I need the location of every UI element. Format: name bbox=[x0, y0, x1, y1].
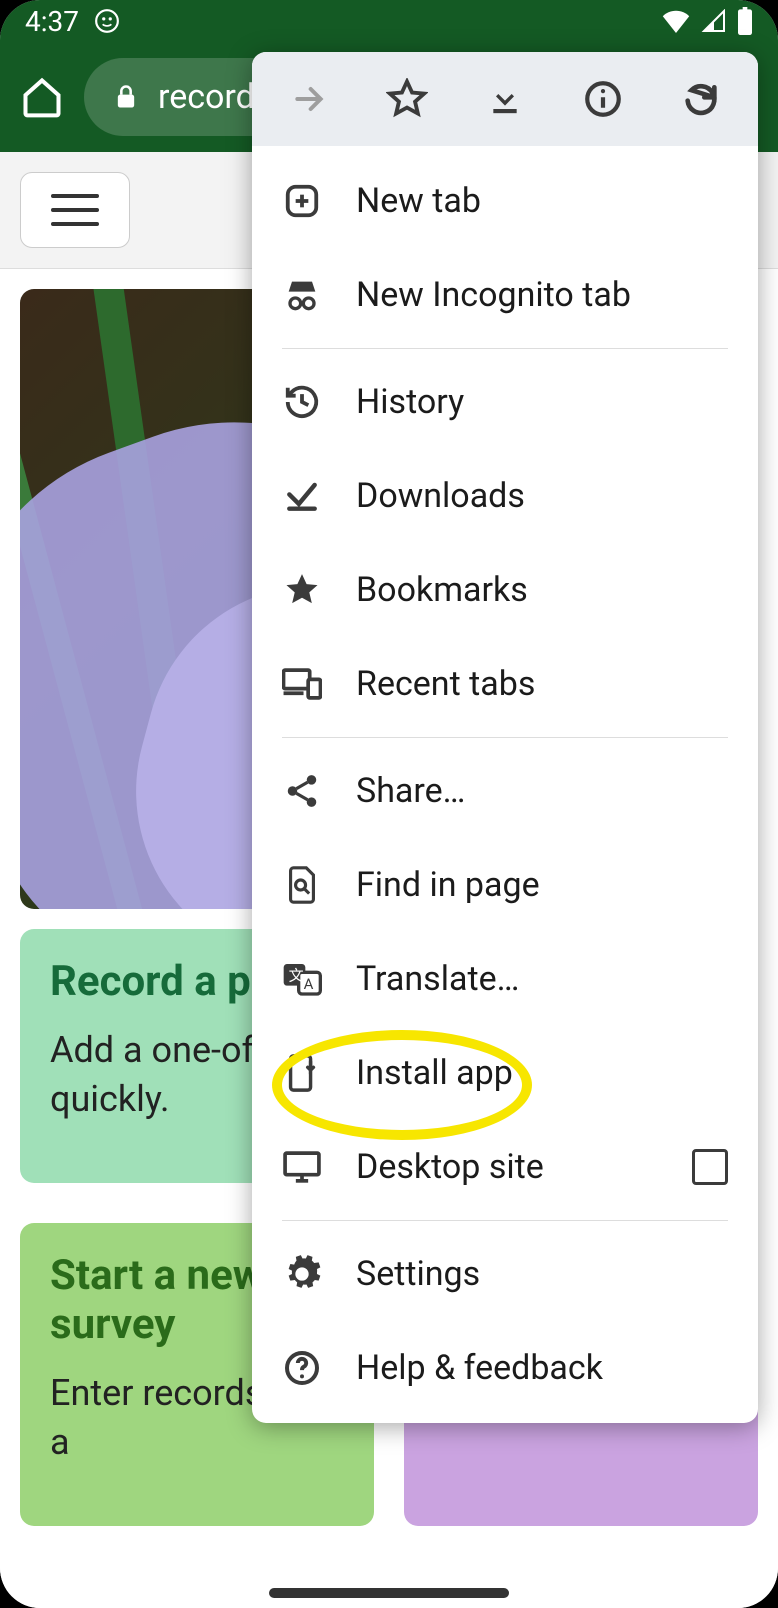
menu-item-new-tab[interactable]: New tab bbox=[252, 154, 758, 248]
signal-icon bbox=[701, 9, 727, 33]
bookmark-star-button[interactable] bbox=[377, 69, 437, 129]
menu-label: Downloads bbox=[356, 476, 728, 516]
plus-square-icon bbox=[282, 181, 322, 221]
wifi-icon bbox=[661, 9, 691, 33]
menu-label: Bookmarks bbox=[356, 570, 728, 610]
menu-label: Desktop site bbox=[356, 1147, 658, 1187]
menu-divider bbox=[282, 737, 728, 738]
desktop-site-checkbox[interactable] bbox=[692, 1149, 728, 1185]
menu-top-row bbox=[252, 52, 758, 146]
menu-label: New Incognito tab bbox=[356, 275, 728, 315]
menu-item-bookmarks[interactable]: Bookmarks bbox=[252, 543, 758, 637]
downloads-icon bbox=[282, 476, 322, 516]
find-in-page-icon bbox=[282, 865, 322, 905]
devices-icon bbox=[282, 664, 322, 704]
status-bar: 4:37 bbox=[0, 0, 778, 42]
menu-item-settings[interactable]: Settings bbox=[252, 1227, 758, 1321]
url-text: record bbox=[158, 77, 255, 117]
menu-item-find[interactable]: Find in page bbox=[252, 838, 758, 932]
menu-item-translate[interactable]: 文A Translate… bbox=[252, 932, 758, 1026]
status-time: 4:37 bbox=[25, 5, 79, 38]
status-left: 4:37 bbox=[25, 5, 120, 38]
battery-icon bbox=[737, 7, 753, 35]
menu-item-downloads[interactable]: Downloads bbox=[252, 449, 758, 543]
menu-item-recent-tabs[interactable]: Recent tabs bbox=[252, 637, 758, 731]
menu-label: Help & feedback bbox=[356, 1348, 728, 1388]
menu-label: Translate… bbox=[356, 959, 728, 999]
reload-button[interactable] bbox=[671, 69, 731, 129]
menu-item-history[interactable]: History bbox=[252, 355, 758, 449]
home-button[interactable] bbox=[20, 75, 64, 119]
download-button[interactable] bbox=[475, 69, 535, 129]
translate-icon: 文A bbox=[282, 959, 322, 999]
menu-label: Recent tabs bbox=[356, 664, 728, 704]
menu-label: Install app bbox=[356, 1053, 728, 1093]
status-app-icon bbox=[94, 8, 120, 34]
gear-icon bbox=[282, 1254, 322, 1294]
menu-item-install-app[interactable]: Install app bbox=[252, 1026, 758, 1120]
forward-button[interactable] bbox=[279, 69, 339, 129]
menu-item-incognito[interactable]: New Incognito tab bbox=[252, 248, 758, 342]
share-icon bbox=[282, 771, 322, 811]
menu-label: New tab bbox=[356, 181, 728, 221]
menu-divider bbox=[282, 1220, 728, 1221]
menu-label: Find in page bbox=[356, 865, 728, 905]
info-button[interactable] bbox=[573, 69, 633, 129]
menu-item-desktop-site[interactable]: Desktop site bbox=[252, 1120, 758, 1214]
status-right bbox=[661, 7, 753, 35]
browser-overflow-menu: New tab New Incognito tab History Downlo… bbox=[252, 52, 758, 1423]
install-app-icon bbox=[282, 1053, 322, 1093]
svg-text:A: A bbox=[304, 975, 314, 993]
svg-text:文: 文 bbox=[289, 967, 304, 985]
menu-item-share[interactable]: Share… bbox=[252, 744, 758, 838]
android-nav-pill[interactable] bbox=[269, 1588, 509, 1598]
menu-item-help[interactable]: Help & feedback bbox=[252, 1321, 758, 1415]
page-menu-button[interactable] bbox=[20, 172, 130, 248]
menu-label: History bbox=[356, 382, 728, 422]
menu-list: New tab New Incognito tab History Downlo… bbox=[252, 146, 758, 1423]
lock-icon bbox=[112, 83, 140, 111]
menu-label: Settings bbox=[356, 1254, 728, 1294]
history-icon bbox=[282, 382, 322, 422]
help-icon bbox=[282, 1348, 322, 1388]
star-filled-icon bbox=[282, 570, 322, 610]
desktop-icon bbox=[282, 1147, 322, 1187]
menu-divider bbox=[282, 348, 728, 349]
phone-screen: 4:37 record bbox=[0, 0, 778, 1608]
incognito-icon bbox=[282, 275, 322, 315]
menu-label: Share… bbox=[356, 771, 728, 811]
